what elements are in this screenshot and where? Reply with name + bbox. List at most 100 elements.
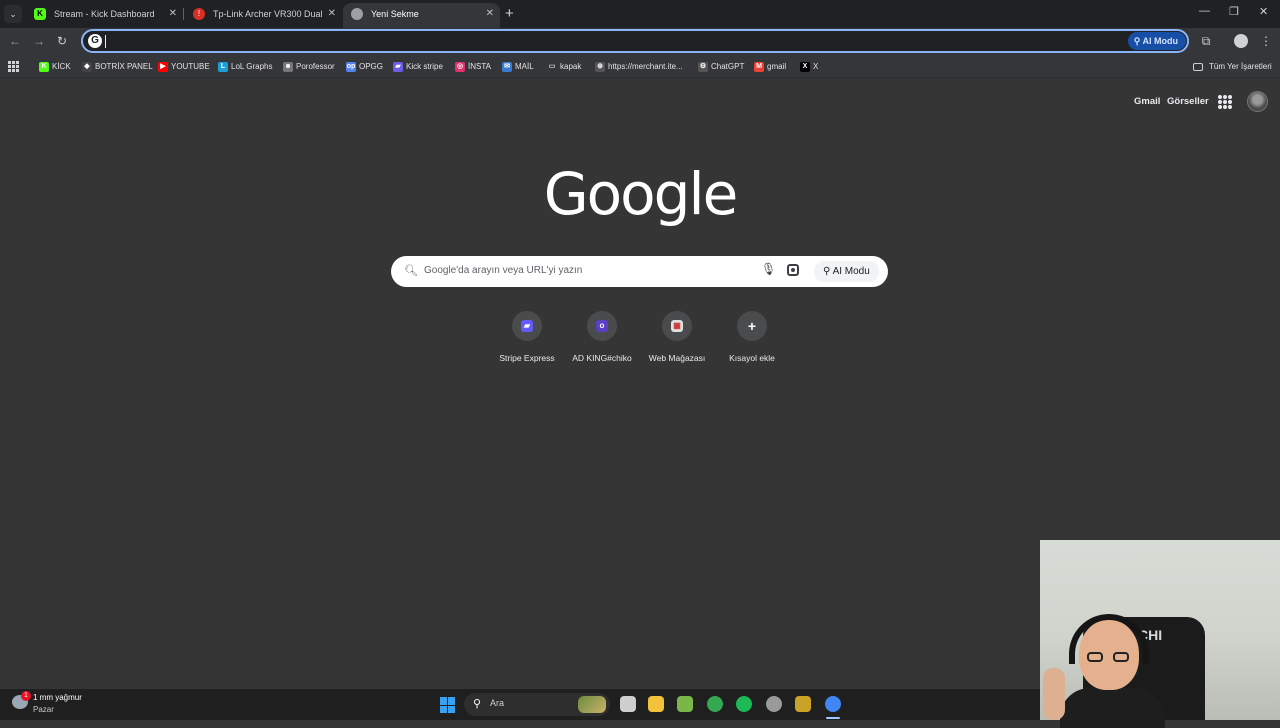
active-app-indicator <box>826 717 840 719</box>
shortcut-tile[interactable]: o AD KING#chiko <box>565 311 639 363</box>
restore-icon[interactable]: ❐ <box>1229 5 1239 18</box>
search-placeholder: Google'da arayın veya URL'yi yazın <box>424 265 583 276</box>
all-bookmarks-label: Tüm Yer İşaretleri <box>1209 62 1272 71</box>
weather-day: Pazar <box>33 705 54 714</box>
bookmark-favicon-icon: X <box>800 62 810 72</box>
windows-taskbar: 1 1 mm yağmur Pazar ⚲ Ara <box>0 689 1040 720</box>
bookmark-3[interactable]: L LoL Graphs <box>218 60 273 74</box>
add-icon: + <box>747 318 757 334</box>
tab-title: Tp-Link Archer VR300 Dual Band <box>213 9 325 19</box>
bookmark-label: Kick stripe <box>406 62 443 71</box>
bookmark-favicon-icon: ▭ <box>548 63 556 70</box>
shortcut-favicon-icon: ▰ <box>521 320 533 332</box>
bookmark-favicon-icon: ◆ <box>82 62 92 72</box>
tab-tplink[interactable]: ! Tp-Link Archer VR300 Dual Band ✕ <box>185 3 342 28</box>
bookmark-label: kapak <box>560 62 582 71</box>
account-avatar[interactable] <box>1247 91 1268 112</box>
bookmark-8[interactable]: ✉ MAİL <box>502 60 534 74</box>
bookmark-11[interactable]: ⚙ ChatGPT <box>698 60 744 74</box>
close-tab-icon[interactable]: ✕ <box>486 3 494 25</box>
bookmark-label: https://merchant.ite... <box>608 62 683 71</box>
close-tab-icon[interactable]: ✕ <box>328 3 336 25</box>
bookmark-label: ChatGPT <box>711 62 745 71</box>
bookmark-label: YOUTUBE <box>171 62 210 71</box>
bookmark-13[interactable]: XX <box>800 60 818 74</box>
bookmark-5[interactable]: op OPGG <box>346 60 383 74</box>
file-explorer-icon[interactable] <box>648 696 664 712</box>
ntp-search-box[interactable]: 🔍︎ Google'da arayın veya URL'yi yazın 🎙︎… <box>391 256 888 287</box>
close-tab-icon[interactable]: ✕ <box>169 3 177 25</box>
menu-icon[interactable]: ⋮ <box>1259 34 1273 48</box>
tab-kick-dashboard[interactable]: K Stream - Kick Dashboard ✕ <box>26 3 183 28</box>
bookmarks-bar: K KİCK ◆ BOTRİX PANEL ▶ YOUTUBE L LoL Graphs ☻ Po… <box>0 56 1280 78</box>
chrome-active-icon[interactable] <box>825 696 841 712</box>
search-highlight-image <box>578 696 606 713</box>
back-icon[interactable]: ← <box>9 34 21 48</box>
shortcut-tile[interactable]: + Kısayol ekle <box>715 311 789 363</box>
windows-start-icon[interactable] <box>440 697 456 713</box>
extensions-icon[interactable]: ⧉ <box>1199 34 1213 48</box>
new-tab-button[interactable]: + <box>505 5 514 22</box>
taskbar-search[interactable]: ⚲ Ara <box>464 693 610 716</box>
bookmark-7[interactable]: ◎ İNSTA <box>455 60 491 74</box>
forward-icon[interactable]: → <box>33 34 45 48</box>
shortcut-label: Kısayol ekle <box>729 353 775 363</box>
bookmark-favicon-icon: ▰ <box>393 62 403 72</box>
minimize-icon[interactable]: — <box>1199 5 1210 17</box>
shortcut-label: AD KING#chiko <box>572 353 632 363</box>
bookmark-favicon-icon: K <box>39 62 49 72</box>
address-bar[interactable]: G ⚲ AI Modu <box>81 29 1189 53</box>
app-badge-icon[interactable] <box>766 696 782 712</box>
task-view-icon[interactable] <box>620 696 636 712</box>
browser-toolbar: ← → ↻ G ⚲ AI Modu ⧉ ⋮ <box>0 28 1280 56</box>
microphone-icon[interactable]: 🎙︎ <box>761 262 776 276</box>
apps-icon[interactable] <box>8 61 19 72</box>
bookmark-label: KİCK <box>52 62 71 71</box>
close-window-icon[interactable]: ✕ <box>1259 5 1268 18</box>
shortcut-tile[interactable]: ▰ Stripe Express <box>490 311 564 363</box>
bookmark-10[interactable]: ⊕ https://merchant.ite... <box>595 60 683 74</box>
bookmark-favicon-icon: ☻ <box>283 62 293 72</box>
notification-badge: 1 <box>21 691 31 701</box>
images-link[interactable]: Görseller <box>1167 96 1209 107</box>
folder-icon <box>1193 63 1203 71</box>
tab-divider <box>183 8 184 20</box>
search-icon: ⚲ <box>473 698 482 710</box>
shortcut-tile[interactable]: ▦ Web Mağazası <box>640 311 714 363</box>
ntp-ai-mode-button[interactable]: ⚲ AI Modu <box>814 261 879 282</box>
app-green-icon[interactable] <box>677 696 693 712</box>
bookmark-0[interactable]: K KİCK <box>39 60 71 74</box>
bookmark-1[interactable]: ◆ BOTRİX PANEL <box>82 60 153 74</box>
all-bookmarks-button[interactable]: Tüm Yer İşaretleri <box>1193 60 1272 74</box>
google-logo: Google <box>543 160 739 228</box>
bookmark-12[interactable]: Mgmail <box>754 60 786 74</box>
tab-strip: ⌄ K Stream - Kick Dashboard ✕ ! Tp-Link … <box>0 0 1280 28</box>
tab-new-tab[interactable]: Yeni Sekme ✕ <box>343 3 500 28</box>
chrome-icon[interactable] <box>707 696 723 712</box>
spotify-icon[interactable] <box>736 696 752 712</box>
bookmark-favicon-icon: ▶ <box>158 62 168 72</box>
google-lens-icon[interactable] <box>787 264 799 276</box>
google-apps-icon[interactable] <box>1218 95 1232 109</box>
bookmark-6[interactable]: ▰ Kick stripe <box>393 60 443 74</box>
shortcut-favicon-icon: o <box>596 320 608 332</box>
bookmark-label: gmail <box>767 62 787 71</box>
ai-mode-label: AI Modu <box>1142 36 1179 46</box>
profile-icon[interactable] <box>1234 34 1248 48</box>
ai-mode-button[interactable]: ⚲ AI Modu <box>1127 32 1186 50</box>
weather-text: 1 mm yağmur <box>33 693 82 702</box>
sparkle-search-icon: ⚲ <box>823 266 833 277</box>
gmail-link[interactable]: Gmail <box>1134 96 1160 107</box>
shortcut-label: Web Mağazası <box>648 353 706 363</box>
tab-title: Yeni Sekme <box>371 9 419 19</box>
app-yellow-icon[interactable] <box>795 696 811 712</box>
shortcut-icon-circle: o <box>587 311 617 341</box>
taskbar-search-placeholder: Ara <box>490 698 505 708</box>
bookmark-4[interactable]: ☻ Porofessor <box>283 60 335 74</box>
bookmark-2[interactable]: ▶ YOUTUBE <box>158 60 210 74</box>
shortcut-icon-circle: ▦ <box>662 311 692 341</box>
reload-icon[interactable]: ↻ <box>57 34 67 48</box>
streamer-hand <box>1043 668 1065 720</box>
tab-search-button[interactable]: ⌄ <box>4 5 22 23</box>
bookmark-9[interactable]: ▭ kapak <box>547 60 582 74</box>
